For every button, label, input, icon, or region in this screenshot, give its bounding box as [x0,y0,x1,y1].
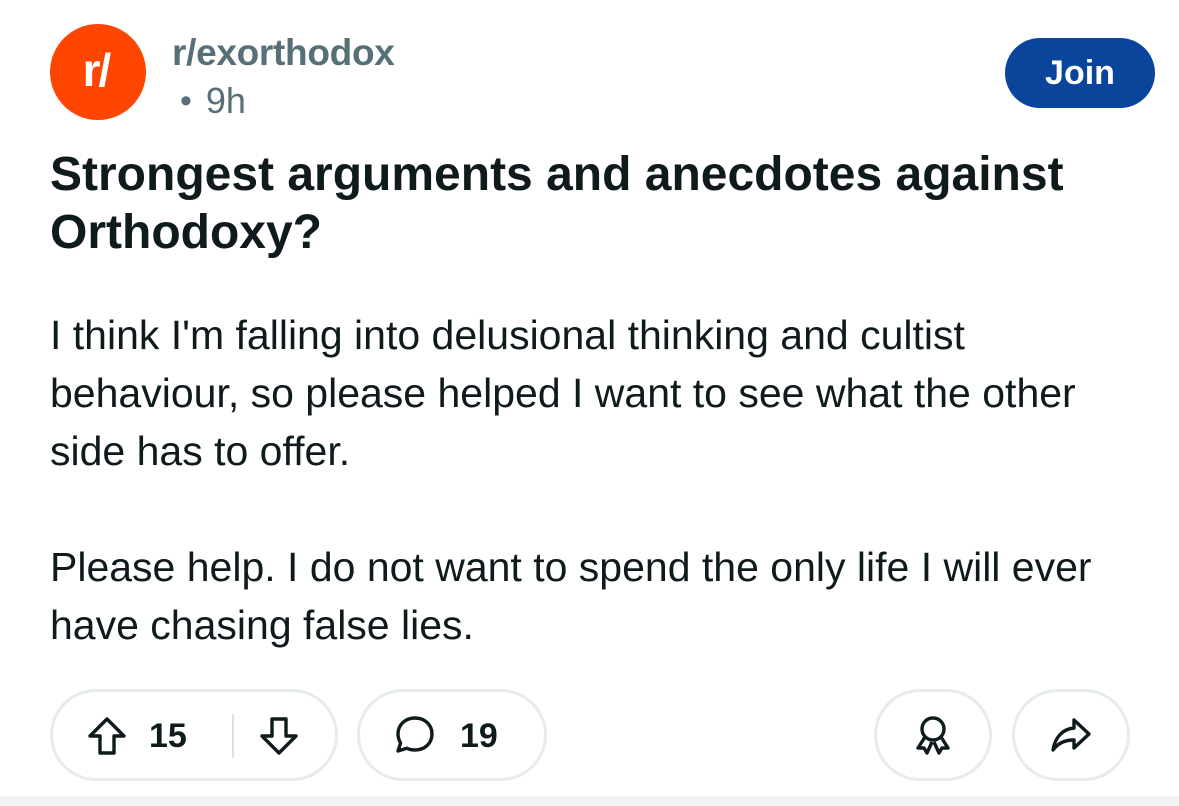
post-body-paragraph: Please help. I do not want to spend the … [50,544,1092,648]
meta-separator-dot: • [180,82,192,120]
feed-divider [0,796,1179,806]
share-arrow-icon [1051,718,1091,752]
share-button[interactable] [1012,689,1130,781]
award-ribbon-icon [916,716,950,755]
arrow-down-icon [260,717,298,755]
subreddit-avatar[interactable]: r/ [50,24,146,120]
post-title[interactable]: Strongest arguments and anecdotes agains… [50,146,1140,262]
vote-divider [232,714,234,758]
post-action-bar: 15 19 [50,689,1130,785]
comments-button[interactable]: 19 [357,689,547,781]
post-body[interactable]: I think I'm falling into delusional thin… [50,306,1150,712]
upvote-button[interactable] [83,712,131,760]
award-button[interactable] [874,689,992,781]
post-body-paragraph: I think I'm falling into delusional thin… [50,312,1076,474]
post-header: r/ r/exorthodox • 9h Join [50,24,1155,124]
post-age: 9h [205,80,246,121]
vote-count: 15 [149,717,187,755]
comment-count: 19 [460,717,498,755]
join-button[interactable]: Join [1005,38,1155,108]
post-card[interactable]: r/ r/exorthodox • 9h Join Strongest argu… [0,0,1179,796]
subreddit-name-link[interactable]: r/exorthodox [172,32,395,74]
avatar-label: r/ [82,44,112,96]
post-meta: • 9h [180,80,246,122]
downvote-button[interactable] [255,712,303,760]
vote-control: 15 [50,689,338,781]
comment-icon-wrap [392,712,440,760]
speech-bubble-icon [396,716,434,753]
arrow-up-icon [88,717,126,755]
